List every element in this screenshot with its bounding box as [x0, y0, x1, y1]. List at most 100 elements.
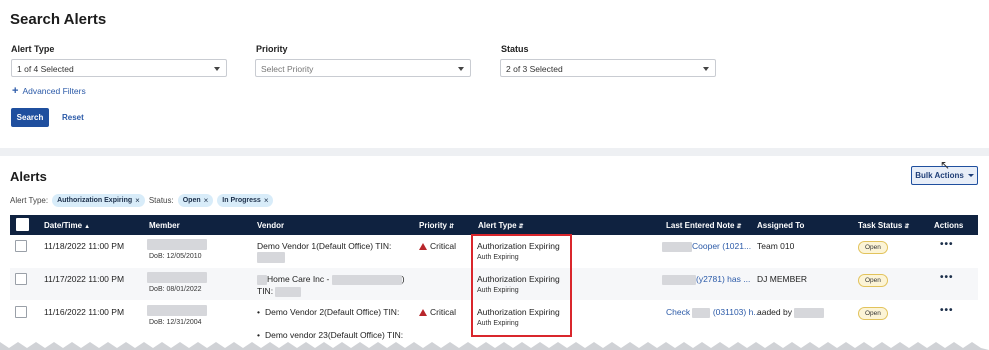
priority-critical: Critical: [419, 241, 456, 251]
mouse-cursor-icon: ↖: [940, 158, 951, 172]
col-label: Priority: [419, 221, 448, 230]
row-checkbox[interactable]: [15, 273, 27, 285]
alert-subtype-text: Auth Expiring: [477, 287, 519, 294]
priority-critical: Critical: [419, 307, 456, 317]
member-name-redacted[interactable]: [147, 272, 207, 284]
row-checkbox[interactable]: [15, 306, 27, 318]
vendor-text: Home Care Inc -: [267, 274, 330, 284]
vendor-tin-redacted: [257, 252, 285, 264]
alert-subtype-text: Auth Expiring: [477, 254, 519, 261]
alert-type-text: Authorization Expiring: [477, 274, 560, 284]
chevron-down-icon: [703, 67, 709, 71]
assigned-text: aaded by: [757, 307, 792, 317]
vendor-name: Demo Vendor 1(Default Office) TIN:: [257, 241, 392, 251]
row-actions-menu[interactable]: •••: [940, 305, 954, 316]
assigned-to: DJ MEMBER: [757, 274, 808, 284]
close-icon[interactable]: ×: [135, 196, 140, 205]
note-prefix: Check: [666, 307, 691, 317]
col-last-note[interactable]: Last Entered Note ⇵: [666, 221, 742, 230]
chip-label: Authorization Expiring: [57, 197, 133, 204]
member-name-redacted[interactable]: [147, 305, 207, 317]
status-select[interactable]: 2 of 3 Selected: [500, 59, 716, 77]
col-datetime[interactable]: Date/Time ▲︎: [44, 221, 90, 230]
row-datetime: 11/17/2022 11:00 PM: [44, 274, 125, 284]
bulk-actions-label: Bulk Actions: [915, 171, 964, 180]
filter-chip-in-progress[interactable]: In Progress ×: [217, 194, 274, 207]
vendor-close: ): [401, 274, 405, 284]
member-dob: DoB: 12/31/2004: [149, 319, 202, 326]
priority-label: Priority: [256, 44, 288, 54]
sort-icon: ⇵: [518, 224, 524, 230]
close-icon[interactable]: ×: [264, 196, 269, 205]
tin-label: TIN:: [257, 286, 274, 296]
vendor-tin: TIN:: [257, 286, 302, 297]
col-label: Date/Time: [44, 221, 83, 230]
col-priority[interactable]: Priority ⇵: [419, 221, 454, 230]
status-label: Status: [501, 44, 529, 54]
assigned-to: Team 010: [757, 241, 795, 251]
chip-label: In Progress: [222, 197, 261, 204]
chevron-down-icon: [214, 67, 220, 71]
row-actions-menu[interactable]: •••: [940, 239, 954, 250]
chip-label: Open: [182, 197, 201, 204]
sort-icon: ▲︎: [84, 224, 91, 230]
col-member: Member: [149, 221, 180, 230]
alert-type-value: 1 of 4 Selected: [17, 64, 74, 74]
priority-label: Critical: [430, 241, 456, 251]
col-assigned-to: Assigned To: [757, 221, 805, 230]
status-badge: Open: [858, 241, 888, 254]
sort-icon: ⇵: [449, 224, 455, 230]
chevron-down-icon: [967, 174, 974, 177]
active-filters: Alert Type: Authorization Expiring × Sta…: [10, 194, 274, 207]
table-row[interactable]: 11/17/2022 11:00 PM DoB: 08/01/2022 Home…: [10, 268, 978, 300]
row-checkbox[interactable]: [15, 240, 27, 252]
priority-select[interactable]: Select Priority: [255, 59, 471, 77]
status-badge-label: Open: [858, 241, 888, 254]
reset-button[interactable]: Reset: [62, 113, 84, 122]
plus-icon: +: [12, 85, 19, 97]
last-note-link[interactable]: Cooper (1021...: [662, 241, 751, 252]
alert-subtype-text: Auth Expiring: [477, 320, 519, 327]
close-icon[interactable]: ×: [204, 196, 209, 205]
alert-type-select[interactable]: 1 of 4 Selected: [11, 59, 227, 77]
priority-placeholder: Select Priority: [261, 64, 314, 74]
note-text: (031103) h...: [712, 307, 761, 317]
col-label: Last Entered Note: [666, 221, 735, 230]
table-row[interactable]: 11/18/2022 11:00 PM DoB: 12/05/2010 Demo…: [10, 235, 978, 267]
search-title: Search Alerts: [10, 11, 107, 28]
select-all-checkbox[interactable]: [16, 218, 29, 231]
filter-status-label: Status:: [148, 196, 174, 205]
status-badge: Open: [858, 307, 888, 320]
chevron-down-icon: [458, 67, 464, 71]
vendor-name: Demo Vendor 2(Default Office) TIN:: [257, 307, 399, 317]
note-text: (y2781) has ...: [696, 274, 751, 284]
row-actions-menu[interactable]: •••: [940, 272, 954, 283]
col-task-status[interactable]: Task Status ⇵: [858, 221, 909, 230]
table-header: Date/Time ▲︎ Member Vendor Priority ⇵ Aler…: [10, 215, 978, 235]
last-note-link[interactable]: Check (031103) h...: [666, 307, 760, 318]
note-text: Cooper (1021...: [692, 241, 752, 251]
member-name-redacted[interactable]: [147, 239, 207, 251]
assigned-to: aaded by: [757, 307, 825, 318]
warning-icon: [419, 242, 427, 250]
search-button[interactable]: Search: [11, 108, 49, 127]
col-vendor: Vendor: [257, 221, 285, 230]
status-badge-label: Open: [858, 307, 888, 320]
col-actions: Actions: [934, 221, 964, 230]
advanced-filters-link[interactable]: + Advanced Filters: [12, 85, 86, 97]
col-alert-type[interactable]: Alert Type ⇵: [478, 221, 524, 230]
row-datetime: 11/16/2022 11:00 PM: [44, 307, 125, 317]
search-panel: Search Alerts Alert Type 1 of 4 Selected…: [0, 0, 989, 148]
filter-alert-type-label: Alert Type:: [10, 196, 49, 205]
sort-icon: ⇵: [904, 224, 910, 230]
status-badge: Open: [858, 274, 888, 287]
last-note-link[interactable]: (y2781) has ...: [662, 274, 750, 285]
filter-chip-open[interactable]: Open ×: [177, 194, 214, 207]
member-dob: DoB: 12/05/2010: [149, 253, 202, 260]
row-datetime: 11/18/2022 11:00 PM: [44, 241, 125, 251]
warning-icon: [419, 308, 427, 316]
advanced-filters-label: Advanced Filters: [22, 86, 86, 96]
filter-chip-alert-type[interactable]: Authorization Expiring ×: [52, 194, 145, 207]
torn-edge-decoration: [0, 342, 989, 350]
alert-type-text: Authorization Expiring: [477, 241, 560, 251]
